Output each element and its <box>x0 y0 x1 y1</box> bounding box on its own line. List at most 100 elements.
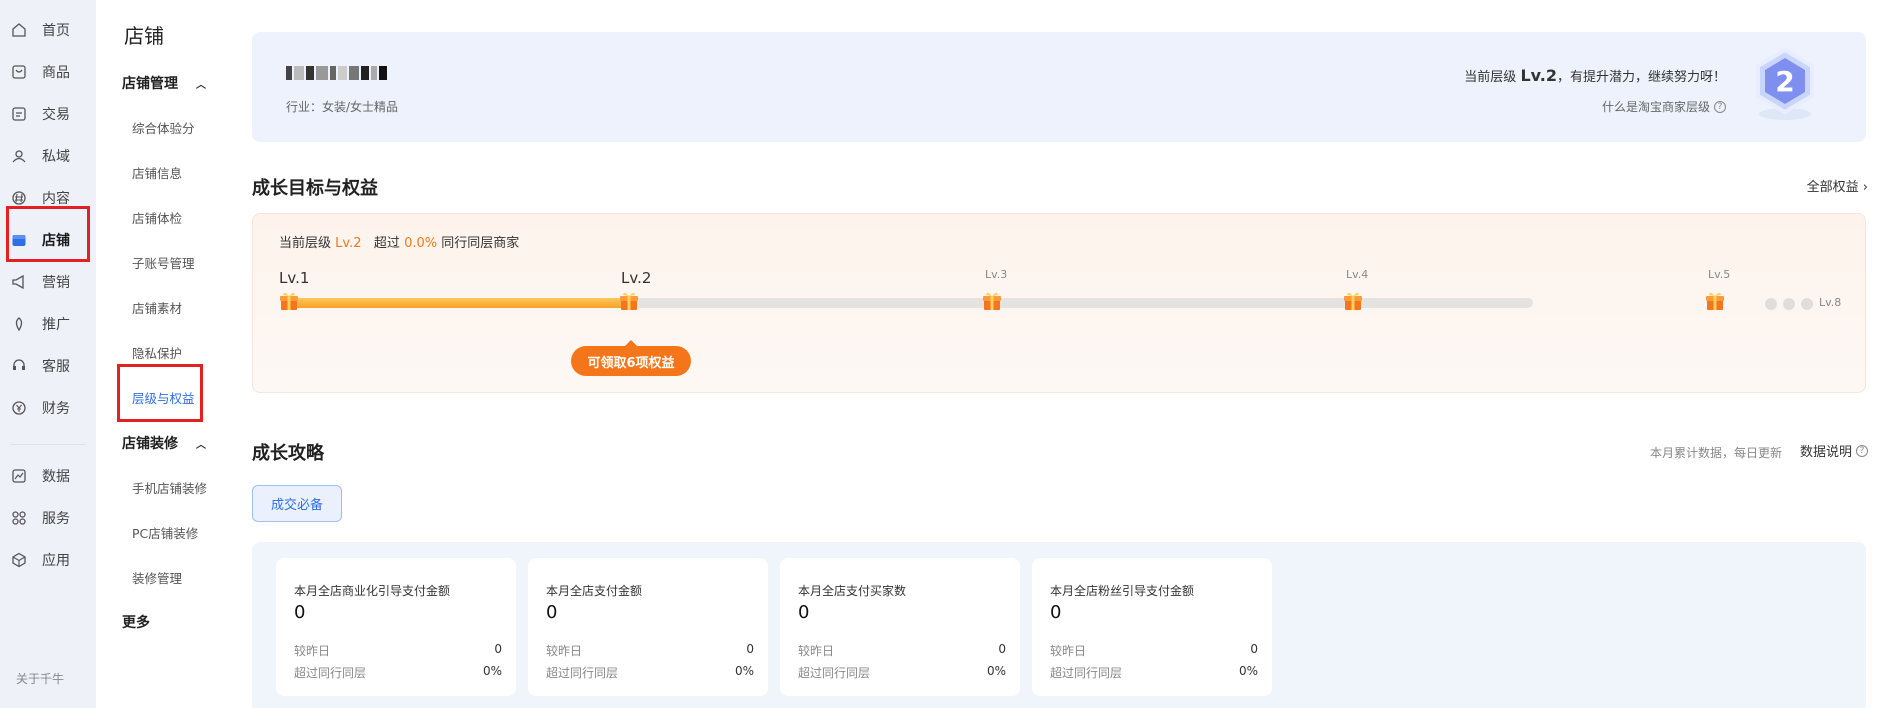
shop-industry: 行业：女装/女士精品 <box>286 100 399 114</box>
metric-value: 0 <box>294 602 306 623</box>
subnav-item[interactable]: 子账号管理 <box>132 253 195 272</box>
subnav-title: 店铺 <box>124 24 164 48</box>
exceed-suffix: 同行同层商家 <box>441 236 520 251</box>
level-label-4: Lv.4 <box>1346 268 1369 281</box>
rail-item-label: 应用 <box>42 553 70 569</box>
metric-compare-value: 0 <box>746 642 754 656</box>
customer-service-icon <box>10 357 28 375</box>
level-help-link[interactable]: 什么是淘宝商家层级 ? <box>1602 98 1726 115</box>
shop-name-redacted <box>286 66 387 82</box>
rail-item-private[interactable]: 私域 <box>10 141 70 171</box>
question-icon: ? <box>1856 444 1868 457</box>
rail-item-service[interactable]: 服务 <box>10 503 70 533</box>
group-label: 店铺管理 <box>122 76 178 92</box>
metric-title: 本月全店支付买家数 <box>798 584 907 598</box>
main-content: 行业：女装/女士精品 当前层级 Lv.2，有提升潜力，继续努力呀！ 什么是淘宝商… <box>238 0 1884 708</box>
metrics-panel: 本月全店商业化引导支付金额 0 较昨日 0 超过同行同层 0% 本月全店支付金额… <box>252 542 1866 708</box>
level-prefix: 当前层级 <box>1464 70 1517 85</box>
subnav-item[interactable]: 店铺体检 <box>132 208 182 227</box>
subnav-item[interactable]: 店铺信息 <box>132 163 182 182</box>
current-prefix: 当前层级 <box>279 236 332 251</box>
gift-icon[interactable] <box>981 290 1003 312</box>
metric-card: 本月全店支付金额 0 较昨日 0 超过同行同层 0% <box>528 558 768 696</box>
gift-icon[interactable] <box>618 290 640 312</box>
rail-item-label: 私域 <box>42 149 70 165</box>
level-label-5: Lv.5 <box>1708 268 1731 281</box>
main-nav-rail: 首页 商品 交易 私域 内容 店铺 营销 推广 客服 财务 数据 服务 应用 关… <box>0 0 96 708</box>
current-level-line: 当前层级 Lv.2 超过 0.0% 同行同层商家 <box>279 232 519 251</box>
metric-compare-label: 较昨日 <box>294 644 331 658</box>
metric-compare-value: 0 <box>1250 642 1258 656</box>
rail-item-finance[interactable]: 财务 <box>10 393 70 423</box>
metric-title: 本月全店支付金额 <box>546 584 643 598</box>
shop-header-card: 行业：女装/女士精品 当前层级 Lv.2，有提升潜力，继续努力呀！ 什么是淘宝商… <box>252 32 1866 142</box>
rail-item-goods[interactable]: 商品 <box>10 57 70 87</box>
metric-exceed-value: 0% <box>734 664 754 678</box>
rail-item-label: 营销 <box>42 275 70 291</box>
subnav-item[interactable]: 店铺素材 <box>132 298 182 317</box>
about-link[interactable]: 关于千牛 <box>16 670 64 687</box>
rail-item-promotion[interactable]: 推广 <box>10 309 70 339</box>
rail-item-label: 首页 <box>42 23 70 39</box>
metric-card: 本月全店支付买家数 0 较昨日 0 超过同行同层 0% <box>780 558 1020 696</box>
subnav-item[interactable]: 手机店铺装修 <box>132 478 207 497</box>
data-explain-link[interactable]: 数据说明 ? <box>1800 441 1868 460</box>
level-label-1: Lv.1 <box>279 269 310 287</box>
metric-compare-value: 0 <box>998 642 1006 656</box>
level-label-8: Lv.8 <box>1819 296 1842 309</box>
exceed-prefix: 超过 <box>373 236 400 251</box>
level-dot <box>1765 298 1777 310</box>
promotion-icon <box>10 315 28 333</box>
marketing-icon <box>10 273 28 291</box>
level-dot <box>1801 298 1813 310</box>
subnav-item[interactable]: 装修管理 <box>132 568 182 587</box>
rail-item-marketing[interactable]: 营销 <box>10 267 70 297</box>
subnav-more[interactable]: 更多 <box>122 612 150 632</box>
metric-value: 0 <box>798 602 810 623</box>
all-benefits-label: 全部权益 <box>1806 180 1859 195</box>
level-suffix: ，有提升潜力，继续努力呀！ <box>1556 70 1726 85</box>
gift-icon[interactable] <box>1342 290 1364 312</box>
rail-item-apps[interactable]: 应用 <box>10 545 70 575</box>
metric-compare-label: 较昨日 <box>798 644 835 658</box>
rail-item-home[interactable]: 首页 <box>10 15 70 45</box>
rail-item-label: 数据 <box>42 469 70 485</box>
finance-icon <box>10 399 28 417</box>
tab-deal-essentials[interactable]: 成交必备 <box>252 485 342 522</box>
rail-item-data[interactable]: 数据 <box>10 461 70 491</box>
subnav-item[interactable]: PC店铺装修 <box>132 523 198 542</box>
level-summary: 当前层级 Lv.2，有提升潜力，继续努力呀！ <box>1464 66 1726 85</box>
rail-item-label: 交易 <box>42 107 70 123</box>
private-domain-icon <box>10 147 28 165</box>
highlight-box-level-benefits <box>117 364 203 422</box>
level-progress-fill <box>283 298 629 308</box>
metric-card: 本月全店粉丝引导支付金额 0 较昨日 0 超过同行同层 0% <box>1032 558 1272 696</box>
all-benefits-link[interactable]: 全部权益 › <box>1807 176 1868 195</box>
help-label: 什么是淘宝商家层级 <box>1601 100 1710 114</box>
rail-item-customer-service[interactable]: 客服 <box>10 351 70 381</box>
strategy-meta: 本月累计数据，每日更新 <box>1649 446 1782 460</box>
rail-item-trade[interactable]: 交易 <box>10 99 70 129</box>
group-store-management[interactable]: 店铺管理 ︿ <box>122 73 206 93</box>
home-icon <box>10 21 28 39</box>
metric-compare-label: 较昨日 <box>1050 644 1087 658</box>
claim-benefits-button[interactable]: 可领取6项权益 <box>571 340 691 376</box>
rail-item-label: 客服 <box>42 359 70 375</box>
metric-card: 本月全店商业化引导支付金额 0 较昨日 0 超过同行同层 0% <box>276 558 516 696</box>
subnav-item[interactable]: 隐私保护 <box>132 343 182 362</box>
strategy-section-title: 成长攻略 <box>252 443 324 464</box>
metric-exceed-label: 超过同行同层 <box>1050 666 1123 680</box>
group-label: 店铺装修 <box>122 436 178 452</box>
level-label-2: Lv.2 <box>621 269 652 287</box>
metric-title: 本月全店粉丝引导支付金额 <box>1050 584 1195 598</box>
gift-icon[interactable] <box>1704 290 1726 312</box>
gift-icon <box>280 292 298 310</box>
level-label-3: Lv.3 <box>985 268 1008 281</box>
metric-compare-value: 0 <box>494 642 502 656</box>
metric-exceed-value: 0% <box>986 664 1006 678</box>
group-store-decoration[interactable]: 店铺装修 ︿ <box>122 433 206 453</box>
apps-icon <box>10 551 28 569</box>
exceed-value: 0.0% <box>404 236 438 251</box>
subnav-item[interactable]: 综合体验分 <box>132 118 195 137</box>
trade-icon <box>10 105 28 123</box>
